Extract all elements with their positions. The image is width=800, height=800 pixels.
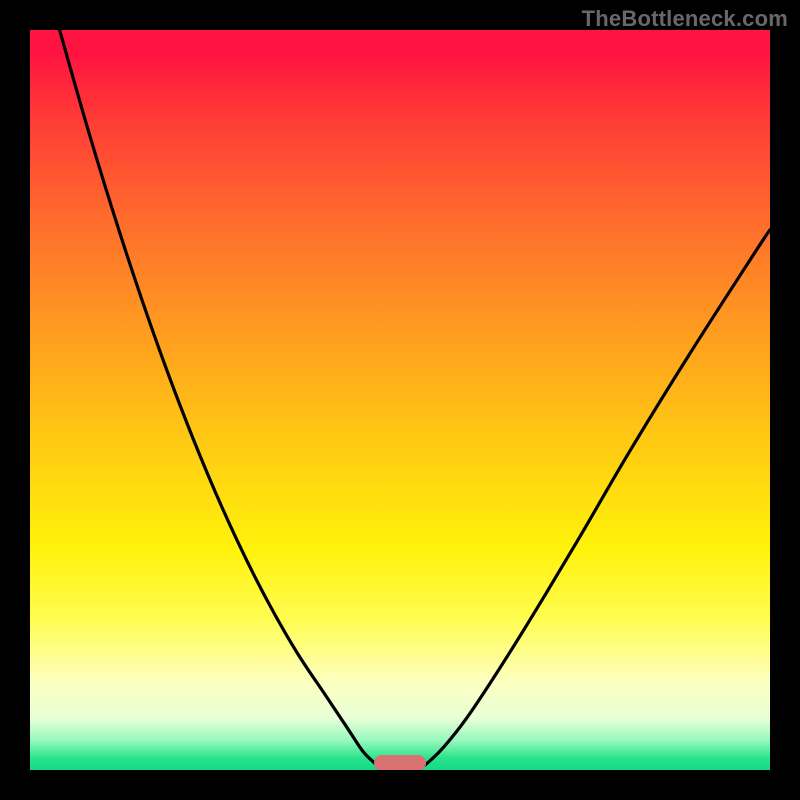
attribution-label: TheBottleneck.com xyxy=(582,6,788,32)
bottleneck-marker xyxy=(374,755,426,770)
curve-right-arm xyxy=(419,230,771,770)
plot-area xyxy=(30,30,770,770)
curve-svg xyxy=(30,30,770,770)
curve-left-arm xyxy=(60,30,382,770)
chart-frame: TheBottleneck.com xyxy=(0,0,800,800)
